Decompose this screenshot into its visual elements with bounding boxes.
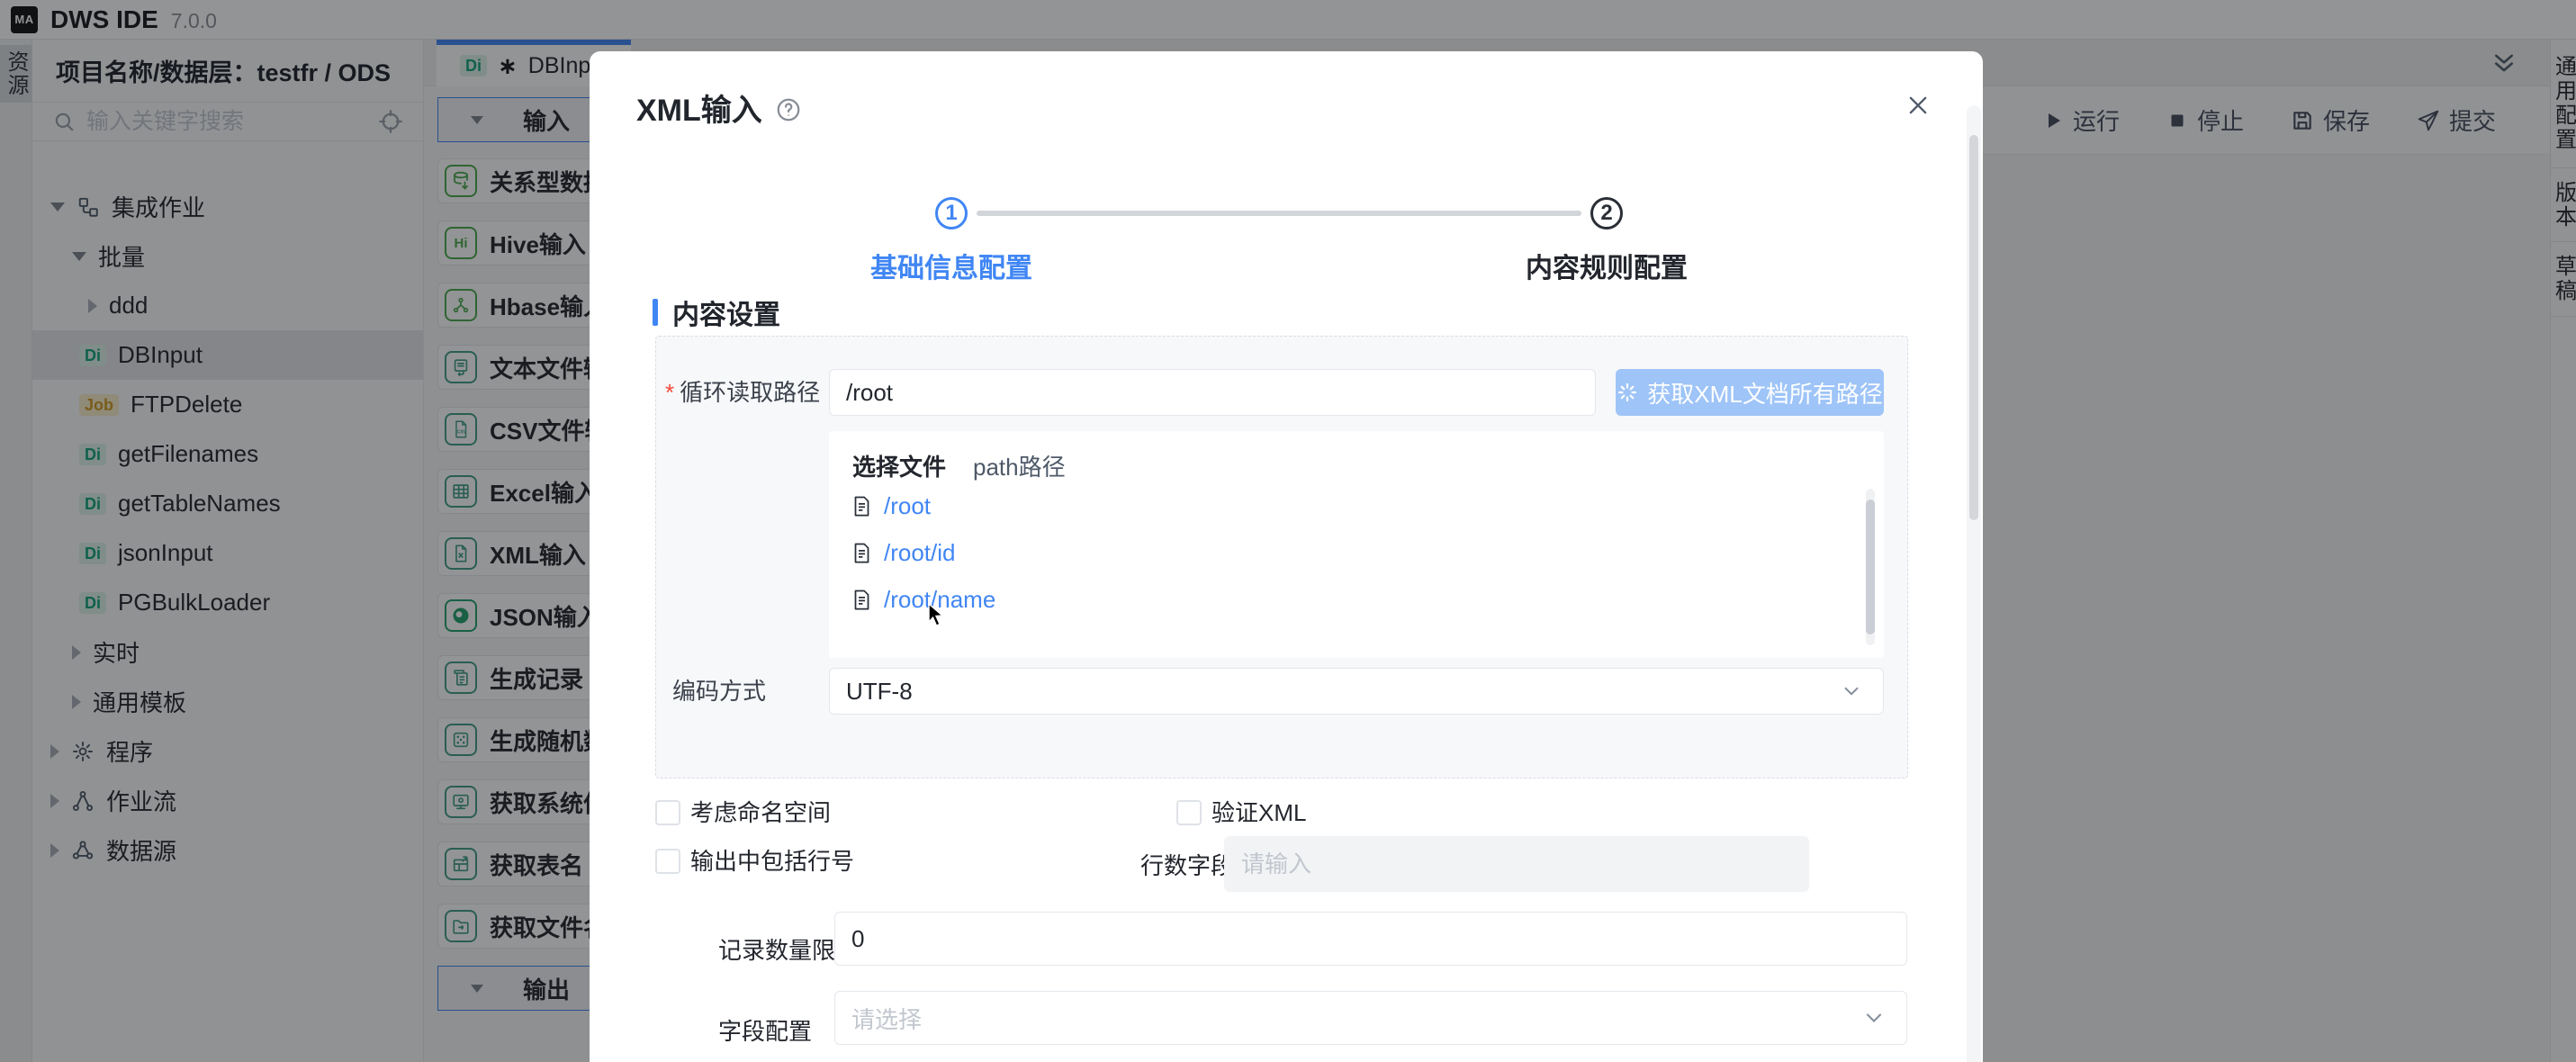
- step-2-label[interactable]: 内容规则配置: [1463, 246, 1751, 285]
- namespace-checkbox[interactable]: [655, 800, 680, 825]
- path-row-root-id[interactable]: /root/id: [852, 529, 1884, 576]
- modal-scrollbar-thumb[interactable]: [1969, 135, 1978, 520]
- loop-path-input[interactable]: [829, 369, 1596, 416]
- section-title: 内容设置: [672, 292, 780, 332]
- document-icon: [852, 589, 871, 611]
- record-limit-input[interactable]: [834, 912, 1907, 966]
- fetch-button-label: 获取XML文档所有路径: [1647, 376, 1882, 410]
- field-config-label: 字段配置: [718, 1016, 812, 1047]
- path-row-root-name[interactable]: /root/name: [852, 576, 1884, 623]
- chevron-down-icon: [1840, 680, 1863, 703]
- path-row-root[interactable]: /root: [852, 482, 1884, 529]
- encoding-label: 编码方式: [672, 676, 766, 706]
- step-connector: [977, 211, 1581, 216]
- path-link[interactable]: /root/id: [884, 539, 956, 567]
- namespace-checkbox-label[interactable]: 考虑命名空间: [690, 798, 831, 827]
- path-list-header: 选择文件 path路径: [852, 449, 1884, 482]
- document-icon: [852, 495, 871, 518]
- content-settings-panel: *循环读取路径 获取XML文档所有路径 选择文件 path路径 /root /r…: [655, 336, 1908, 778]
- include-rownum-checkbox[interactable]: [655, 849, 680, 874]
- modal-title: XML输入: [636, 86, 762, 130]
- step-1-circle: 1: [935, 197, 968, 230]
- list-scrollbar-thumb[interactable]: [1866, 500, 1875, 634]
- path-link[interactable]: /root: [884, 492, 931, 520]
- xml-path-list: 选择文件 path路径 /root /root/id /root/name: [829, 431, 1884, 658]
- validate-xml-checkbox-label[interactable]: 验证XML: [1211, 798, 1306, 827]
- step-1-label[interactable]: 基础信息配置: [807, 246, 1095, 285]
- include-rownum-checkbox-label[interactable]: 输出中包括行号: [690, 847, 854, 876]
- content-settings-section: 内容设置: [653, 292, 780, 332]
- required-asterisk: *: [665, 379, 674, 406]
- close-icon[interactable]: [1905, 93, 1931, 118]
- xml-input-modal: XML输入 1 2 基础信息配置 内容规则配置 内容设置 *循环读取路径 获取X…: [590, 51, 1983, 1062]
- col-select-file: 选择文件: [852, 449, 946, 482]
- encoding-value: UTF-8: [846, 678, 913, 706]
- field-config-placeholder: 请选择: [851, 1002, 922, 1035]
- rownum-field-label: 行数字段: [1140, 850, 1234, 881]
- mouse-cursor: [926, 603, 946, 630]
- col-path: path路径: [973, 449, 1066, 482]
- section-accent-bar: [653, 299, 658, 326]
- chevron-down-icon: [1861, 1005, 1887, 1030]
- loop-path-label: *循环读取路径: [665, 377, 820, 408]
- help-icon[interactable]: [775, 96, 802, 123]
- validate-xml-checkbox[interactable]: [1176, 800, 1202, 825]
- field-config-select[interactable]: 请选择: [834, 991, 1907, 1045]
- step-2-circle: 2: [1590, 197, 1623, 230]
- loading-spinner-icon: [1617, 382, 1638, 403]
- document-icon: [852, 542, 871, 564]
- rownum-field-input[interactable]: [1224, 836, 1809, 892]
- fetch-xml-paths-button[interactable]: 获取XML文档所有路径: [1616, 369, 1884, 416]
- encoding-select[interactable]: UTF-8: [829, 668, 1884, 715]
